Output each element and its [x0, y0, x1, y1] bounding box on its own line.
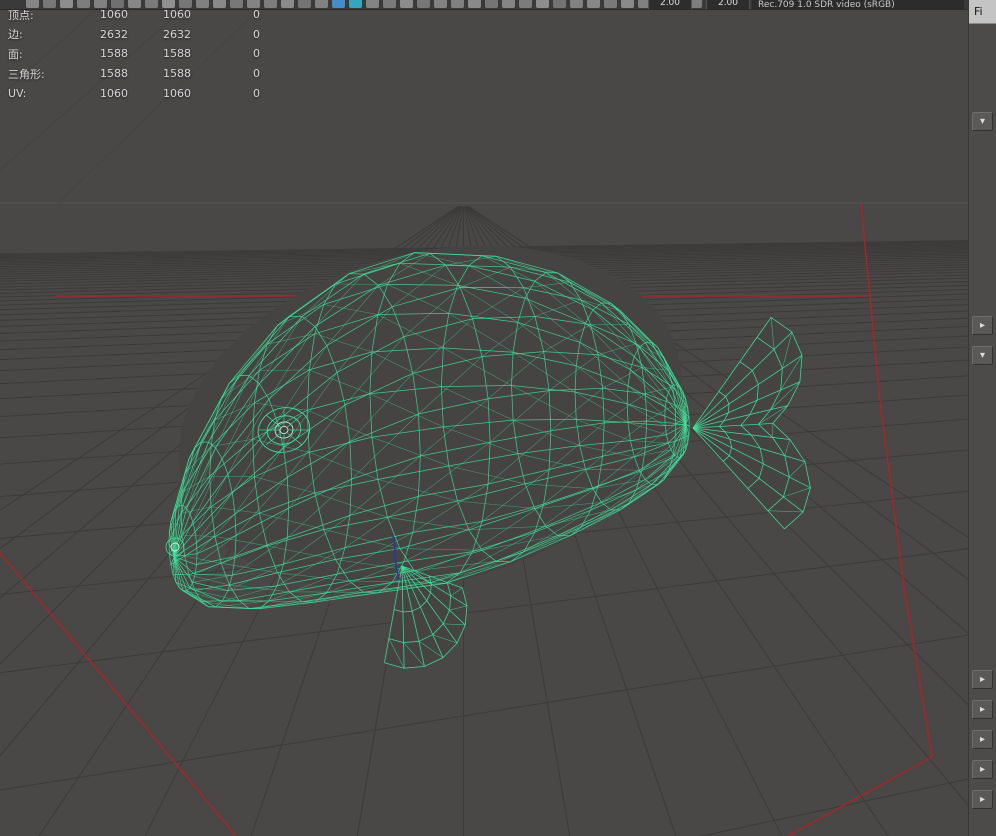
viewport-3d[interactable]: [0, 0, 996, 836]
hud-label: UV:: [8, 86, 27, 100]
right-panel-tab[interactable]: Fi: [969, 0, 996, 24]
hud-v1: 1588: [100, 47, 128, 61]
toolbar-icon[interactable]: [94, 0, 107, 8]
hud-label: 面:: [8, 47, 23, 61]
toolbar-icon[interactable]: [247, 0, 260, 8]
toolbar-icon[interactable]: [230, 0, 243, 8]
toolbar-icon[interactable]: [587, 0, 600, 8]
right-panel-strip: Fi ▾ ▸ ▾ ▸ ▸ ▸ ▸ ▸: [968, 0, 996, 836]
toolbar-icon[interactable]: [60, 0, 73, 8]
hud-v3: 0: [253, 47, 260, 61]
hud-v2: 1588: [163, 67, 191, 81]
application-window: 顶点: 1060 1060 0 边: 2632 2632 0 面: 1588 1588 0 三角形: 15…: [0, 0, 996, 836]
hud-v2: 1060: [163, 8, 191, 22]
expander-collapsed-button[interactable]: ▸: [972, 700, 993, 719]
toolbar-icon[interactable]: [536, 0, 549, 8]
hud-row: UV: 1060 1060 0: [8, 83, 260, 103]
hud-row: 面: 1588 1588 0: [8, 44, 260, 64]
hud-v3: 0: [253, 86, 260, 100]
toolbar-icon[interactable]: [162, 0, 175, 8]
hud-v3: 0: [253, 27, 260, 41]
toolbar-icon[interactable]: [570, 0, 583, 8]
hud-row: 三角形: 1588 1588 0: [8, 64, 260, 84]
hud-v3: 0: [253, 67, 260, 81]
expander-collapsed-button[interactable]: ▸: [972, 670, 993, 689]
toolbar-icon[interactable]: [26, 0, 39, 8]
toolbar-icon[interactable]: [468, 0, 481, 8]
hud-v1: 1588: [100, 67, 128, 81]
toolbar-icon[interactable]: [604, 0, 617, 8]
expander-open-button[interactable]: ▾: [972, 346, 993, 365]
expander-collapsed-button[interactable]: ▸: [972, 760, 993, 779]
toolbar-icon[interactable]: [179, 0, 192, 8]
top-toolbar: 2.00 2.00 Rec.709 1.0 SDR video (sRGB): [0, 0, 968, 10]
color-management-indicator[interactable]: Rec.709 1.0 SDR video (sRGB): [752, 0, 964, 9]
toolbar-icon[interactable]: [553, 0, 566, 8]
expander-collapsed-button[interactable]: ▸: [972, 730, 993, 749]
toolbar-icon[interactable]: [298, 0, 311, 8]
hud-row: 边: 2632 2632 0: [8, 25, 260, 45]
toolbar-icon[interactable]: [621, 0, 634, 8]
expander-collapsed-button[interactable]: ▸: [972, 316, 993, 335]
toolbar-icon[interactable]: [332, 0, 345, 8]
hud-v1: 1060: [100, 8, 128, 22]
toolbar-icon[interactable]: [111, 0, 124, 8]
hud-v2: 2632: [163, 27, 191, 41]
toolbar-icon[interactable]: [196, 0, 209, 8]
hud-v2: 1060: [163, 86, 191, 100]
toolbar-icon[interactable]: [213, 0, 226, 8]
hud-label: 边:: [8, 28, 23, 42]
poly-count-hud: 顶点: 1060 1060 0 边: 2632 2632 0 面: 1588 1588 0 三角形: 15…: [8, 5, 260, 103]
toolbar-icon[interactable]: [145, 0, 158, 8]
toolbar-value-field-2[interactable]: 2.00: [706, 0, 750, 9]
expander-open-button[interactable]: ▾: [972, 112, 993, 131]
hud-v2: 1588: [163, 47, 191, 61]
toolbar-value-field-1[interactable]: 2.00: [648, 0, 692, 9]
toolbar-icon[interactable]: [315, 0, 328, 8]
toolbar-icon[interactable]: [264, 0, 277, 8]
toolbar-icon[interactable]: [502, 0, 515, 8]
hud-v1: 2632: [100, 27, 128, 41]
toolbar-icon[interactable]: [366, 0, 379, 8]
toolbar-icon[interactable]: [77, 0, 90, 8]
toolbar-icon[interactable]: [485, 0, 498, 8]
hud-v3: 0: [253, 8, 260, 22]
toolbar-icon[interactable]: [281, 0, 294, 8]
hud-label: 三角形:: [8, 67, 45, 81]
toolbar-icon[interactable]: [417, 0, 430, 8]
toolbar-icon[interactable]: [349, 0, 362, 8]
toolbar-icon[interactable]: [128, 0, 141, 8]
expander-collapsed-button[interactable]: ▸: [972, 790, 993, 809]
toolbar-icon[interactable]: [519, 0, 532, 8]
toolbar-icon[interactable]: [43, 0, 56, 8]
toolbar-icon[interactable]: [434, 0, 447, 8]
toolbar-icon[interactable]: [400, 0, 413, 8]
toolbar-icon[interactable]: [451, 0, 464, 8]
hud-v1: 1060: [100, 86, 128, 100]
toolbar-icon[interactable]: [383, 0, 396, 8]
fish-body-fill: [178, 245, 811, 669]
